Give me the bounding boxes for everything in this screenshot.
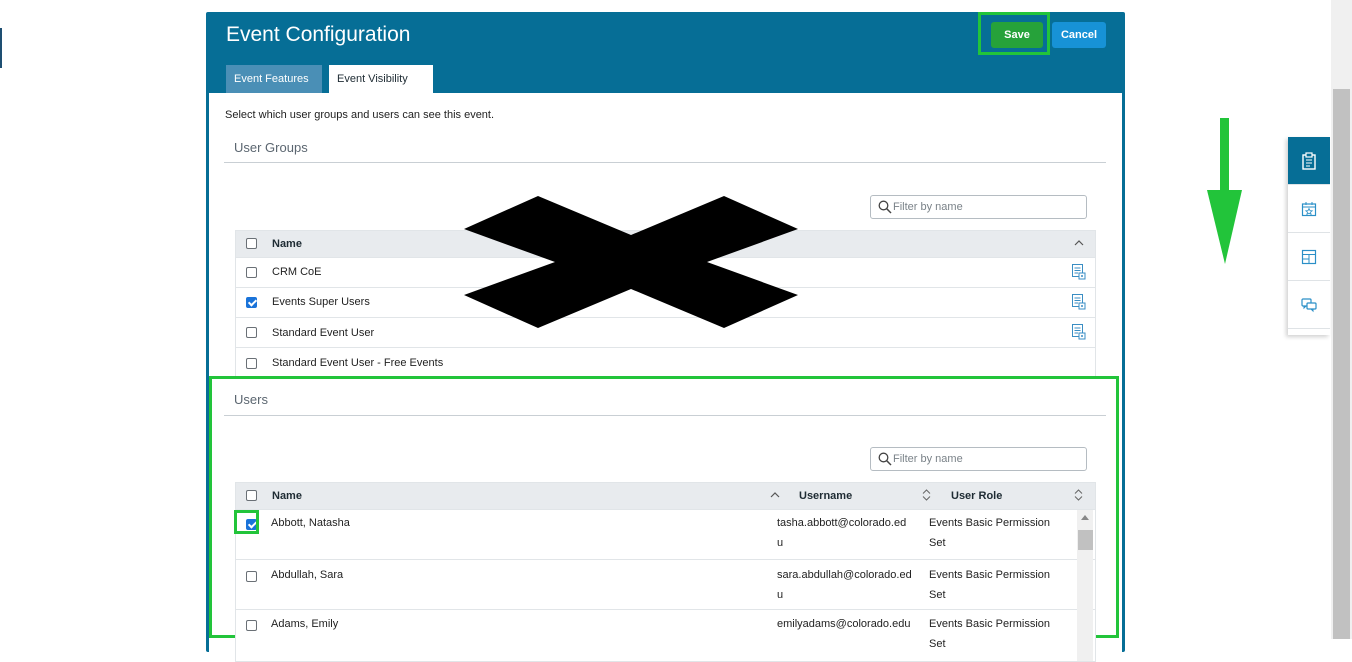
- search-icon: [878, 200, 892, 214]
- permission-set-icon[interactable]: [1072, 294, 1086, 310]
- search-icon: [878, 452, 892, 466]
- side-panel: [1288, 137, 1330, 335]
- group-name: CRM CoE: [272, 266, 322, 278]
- permission-set-icon[interactable]: [1072, 264, 1086, 280]
- user-role-line1: Events Basic Permission: [929, 618, 1051, 630]
- user-name: Abdullah, Sara: [271, 569, 344, 581]
- intro-text: Select which user groups and users can s…: [225, 109, 495, 121]
- page-scrollbar-thumb[interactable]: [1333, 89, 1350, 639]
- sort-both-icon[interactable]: [1074, 489, 1083, 501]
- checkbox-highlight-box: [234, 510, 259, 534]
- column-header-name[interactable]: Name: [272, 490, 302, 502]
- scrollbar-thumb[interactable]: [1078, 530, 1093, 550]
- group-name: Events Super Users: [272, 296, 370, 308]
- layout-icon: [1301, 249, 1317, 264]
- table-row[interactable]: Abbott, Natasha tasha.abbott@colorado.ed…: [236, 509, 1095, 559]
- group-checkbox[interactable]: [246, 327, 257, 338]
- down-arrow-annotation: [1207, 118, 1242, 264]
- user-name: Abbott, Natasha: [271, 517, 350, 529]
- user-role-line1: Events Basic Permission: [929, 517, 1051, 529]
- sort-up-icon[interactable]: [770, 491, 780, 498]
- calendar-star-icon: [1301, 201, 1317, 216]
- column-header-name[interactable]: Name: [272, 238, 302, 250]
- users-title: Users: [234, 392, 268, 407]
- user-checkbox[interactable]: [246, 571, 257, 582]
- user-groups-filter[interactable]: [870, 195, 1087, 219]
- group-checkbox[interactable]: [246, 267, 257, 278]
- permission-set-icon[interactable]: [1072, 324, 1086, 340]
- tab-event-visibility[interactable]: Event Visibility: [329, 65, 433, 93]
- side-button-chat[interactable]: [1288, 281, 1330, 329]
- select-all-groups-checkbox[interactable]: [246, 238, 257, 249]
- side-button-clipboard[interactable]: [1288, 137, 1330, 185]
- user-username-line1: sara.abdullah@colorado.ed: [777, 569, 912, 581]
- group-checkbox-checked[interactable]: [246, 297, 257, 308]
- users-filter-input[interactable]: [893, 451, 1078, 467]
- left-edge-accent: [0, 28, 2, 68]
- user-username-line1: emilyadams@colorado.edu: [777, 618, 911, 630]
- user-checkbox[interactable]: [246, 620, 257, 631]
- user-role-line2: Set: [929, 537, 946, 549]
- user-groups-filter-input[interactable]: [893, 199, 1078, 215]
- group-name: Standard Event User - Free Events: [272, 357, 444, 369]
- clipboard-icon: [1302, 151, 1316, 170]
- chat-bubbles-icon: [1301, 297, 1317, 312]
- scroll-up-icon[interactable]: [1081, 514, 1089, 520]
- user-username-line2: u: [777, 589, 784, 601]
- column-header-user-role[interactable]: User Role: [951, 490, 1002, 502]
- side-button-calendar[interactable]: [1288, 185, 1330, 233]
- section-divider: [224, 162, 1106, 163]
- save-button[interactable]: Save: [991, 22, 1043, 48]
- table-row[interactable]: Adams, Emily emilyadams@colorado.edu Eve…: [236, 609, 1095, 659]
- table-row[interactable]: Abdullah, Sara sara.abdullah@colorado.ed…: [236, 559, 1095, 609]
- tab-event-features[interactable]: Event Features: [226, 65, 322, 93]
- cancel-button[interactable]: Cancel: [1052, 22, 1106, 48]
- user-username-line1: tasha.abbott@colorado.ed: [777, 517, 907, 529]
- event-configuration-modal: Event Configuration Save Cancel Event Fe…: [206, 12, 1125, 662]
- visibility-panel: Select which user groups and users can s…: [209, 93, 1122, 662]
- group-name: Standard Event User: [272, 327, 375, 339]
- user-username-line2: u: [777, 537, 784, 549]
- user-groups-title: User Groups: [234, 140, 308, 155]
- group-checkbox[interactable]: [246, 358, 257, 369]
- user-name: Adams, Emily: [271, 618, 339, 630]
- user-role-line2: Set: [929, 638, 946, 650]
- user-role-line2: Set: [929, 589, 946, 601]
- column-header-username[interactable]: Username: [799, 490, 852, 502]
- select-all-users-checkbox[interactable]: [246, 490, 257, 501]
- sort-both-icon[interactable]: [922, 489, 931, 501]
- section-divider: [224, 415, 1106, 416]
- modal-title: Event Configuration: [226, 23, 411, 46]
- users-filter[interactable]: [870, 447, 1087, 471]
- sort-up-icon[interactable]: [1074, 239, 1084, 246]
- side-button-layout[interactable]: [1288, 233, 1330, 281]
- table-row[interactable]: Standard Event User - Free Events: [236, 347, 1095, 377]
- user-role-line1: Events Basic Permission: [929, 569, 1051, 581]
- users-header-row: Name Username User Role: [236, 483, 1095, 509]
- users-table: Name Username User Role Abbott, Natasha: [235, 482, 1096, 662]
- page-scrollbar[interactable]: [1331, 0, 1352, 639]
- redaction-x-mark: [464, 196, 798, 328]
- users-table-scrollbar[interactable]: [1077, 510, 1093, 661]
